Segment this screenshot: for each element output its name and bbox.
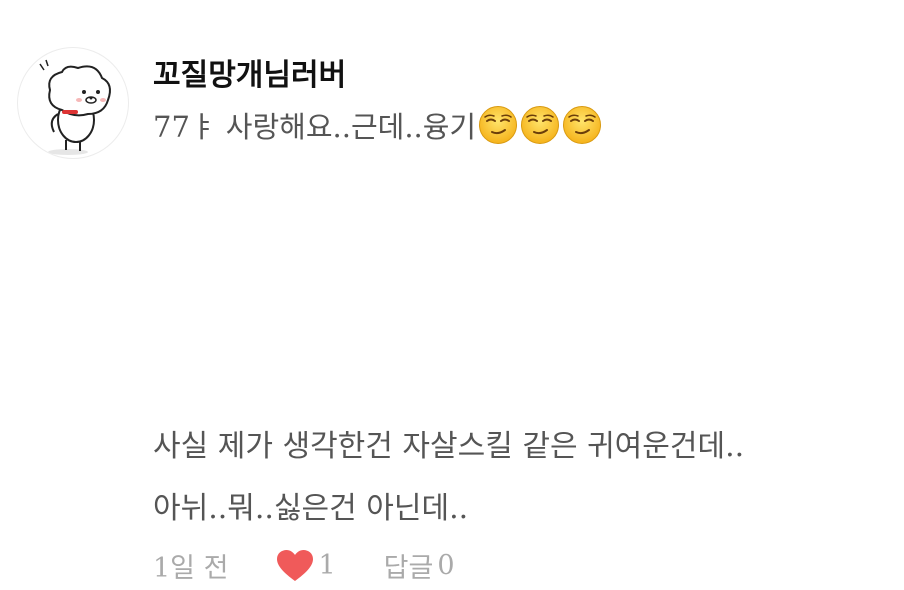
smirk-face-icon	[521, 106, 560, 144]
emoji-row	[478, 105, 604, 145]
smirk-face-icon	[563, 106, 602, 144]
timestamp: 1일 전	[153, 553, 229, 584]
username[interactable]: 꼬질망개님러버	[153, 50, 346, 94]
smirk-face-icon	[479, 106, 518, 144]
comment-body-line: 아뉘..뭐..싫은건 아닌데..	[153, 491, 469, 526]
comment-body-line: 사실 제가 생각한건 자살스킬 같은 귀여운건데..	[153, 429, 745, 464]
like-button[interactable]: 1	[276, 549, 336, 583]
bear-avatar-icon	[39, 59, 111, 155]
heart-icon	[277, 549, 314, 581]
like-count: 1	[318, 550, 336, 581]
avatar[interactable]	[17, 47, 129, 159]
comment-footer: 1일 전 1 답글 0	[153, 546, 455, 585]
comment-first-line-text: 77ㅑ 사랑해요..근데..융기	[153, 110, 477, 144]
reply-count: 0	[437, 550, 455, 581]
comment-first-line: 77ㅑ 사랑해요..근데..융기	[153, 104, 604, 146]
reply-button[interactable]: 답글 0	[384, 546, 455, 585]
reply-label: 답글	[383, 553, 434, 584]
